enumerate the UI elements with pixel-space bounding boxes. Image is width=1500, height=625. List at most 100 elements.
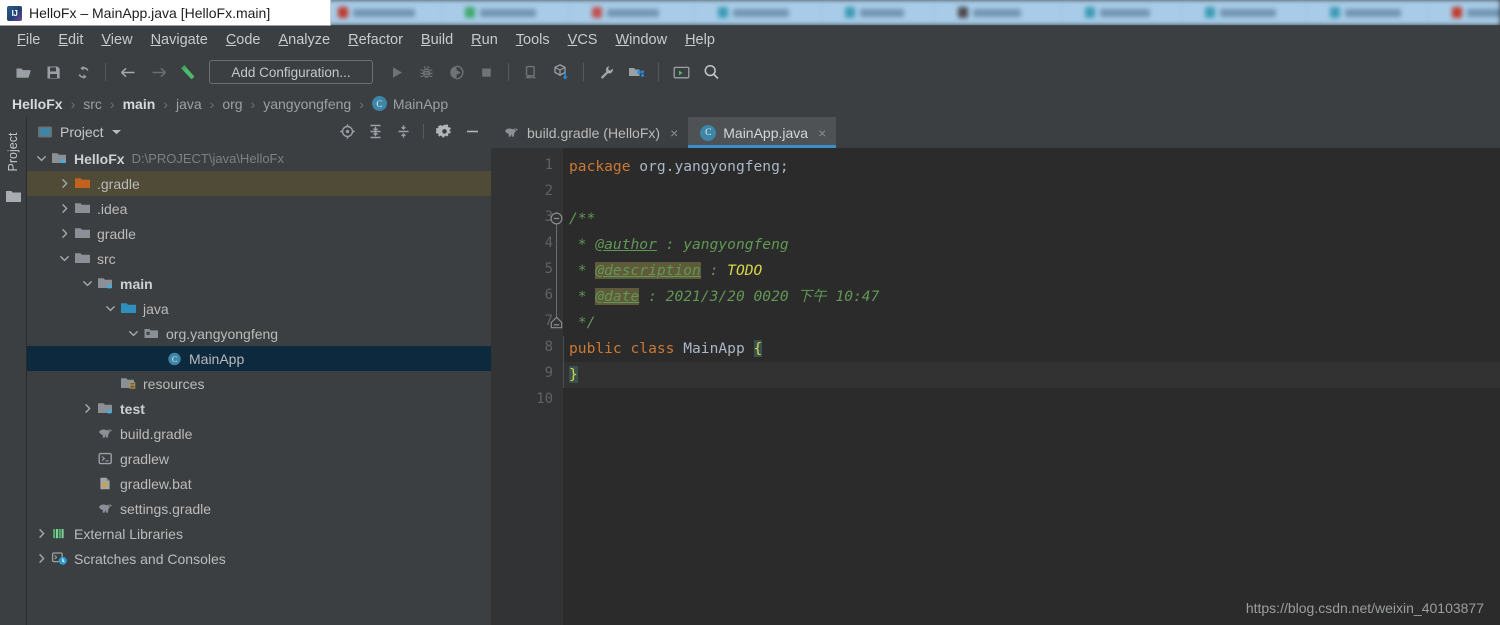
- close-icon[interactable]: ×: [818, 125, 826, 141]
- tree-item-label: resources: [143, 375, 205, 392]
- menu-item-view[interactable]: View: [92, 29, 141, 51]
- tree-item-resources[interactable]: resources: [27, 371, 491, 396]
- run-icon[interactable]: [381, 58, 411, 86]
- tree-item-java[interactable]: java: [27, 296, 491, 321]
- collapse-all-icon[interactable]: [390, 120, 416, 144]
- terminal-icon[interactable]: [666, 58, 696, 86]
- code-line: package org.yangyongfeng;: [569, 154, 789, 180]
- chevron-down-icon[interactable]: [127, 327, 140, 340]
- tree-item-gradlew[interactable]: gradlew: [27, 446, 491, 471]
- line-number: 9: [544, 365, 553, 381]
- breadcrumb-item-mainapp[interactable]: C MainApp: [371, 96, 448, 112]
- chevron-down-icon[interactable]: [35, 152, 48, 165]
- tree-item-hellofx[interactable]: HelloFx D:\PROJECT\java\HelloFx: [27, 146, 491, 171]
- menu-item-window[interactable]: Window: [606, 29, 676, 51]
- tool-window-button-project[interactable]: Project: [6, 121, 20, 183]
- forward-icon[interactable]: [143, 58, 173, 86]
- chevron-down-icon[interactable]: [81, 277, 94, 290]
- breadcrumb-item-yangyongfeng[interactable]: yangyongfeng: [263, 96, 351, 112]
- menu-item-refactor[interactable]: Refactor: [339, 29, 412, 51]
- breadcrumb-item-org[interactable]: org: [222, 96, 242, 112]
- breadcrumb-item-main[interactable]: main: [123, 96, 156, 112]
- menu-item-help[interactable]: Help: [676, 29, 724, 51]
- sync-gradle-icon[interactable]: [546, 58, 576, 86]
- settings-gear-icon[interactable]: [431, 120, 457, 144]
- expand-all-icon[interactable]: [362, 120, 388, 144]
- tree-item-external-libraries[interactable]: External Libraries: [27, 521, 491, 546]
- tree-item-test[interactable]: test: [27, 396, 491, 421]
- tree-item-gradlew-bat[interactable]: gradlew.bat: [27, 471, 491, 496]
- debug-icon[interactable]: [411, 58, 441, 86]
- search-everywhere-icon[interactable]: [696, 58, 726, 86]
- chevron-right-icon[interactable]: [58, 202, 71, 215]
- project-structure-icon[interactable]: [621, 58, 651, 86]
- chevron-right-icon[interactable]: [35, 527, 48, 540]
- settings-wrench-icon[interactable]: [591, 58, 621, 86]
- tree-item-gradle[interactable]: .gradle: [27, 171, 491, 196]
- chevron-right-icon[interactable]: [35, 552, 48, 565]
- editor-tab-mainapp-java[interactable]: C MainApp.java ×: [688, 117, 837, 148]
- code-line: */: [569, 310, 596, 336]
- tree-item-org-yangyongfeng[interactable]: org.yangyongfeng: [27, 321, 491, 346]
- breadcrumb-item-src[interactable]: src: [83, 96, 102, 112]
- breadcrumb-item-java[interactable]: java: [176, 96, 202, 112]
- run-configuration-selector[interactable]: Add Configuration...: [209, 60, 373, 84]
- tree-item-idea[interactable]: .idea: [27, 196, 491, 221]
- run-coverage-icon[interactable]: [441, 58, 471, 86]
- code-token: MainApp: [683, 340, 754, 357]
- tree-item-settings-gradle[interactable]: settings.gradle: [27, 496, 491, 521]
- close-icon[interactable]: ×: [670, 125, 678, 141]
- tree-item-scratches-and-consoles[interactable]: Scratches and Consoles: [27, 546, 491, 571]
- editor-gutter[interactable]: 1 2 3 4 5 6 7 8 9 10: [491, 148, 563, 625]
- menu-item-edit[interactable]: Edit: [49, 29, 92, 51]
- tree-item-main[interactable]: main: [27, 271, 491, 296]
- tree-item-src[interactable]: src: [27, 246, 491, 271]
- open-project-icon[interactable]: [8, 58, 38, 86]
- menu-label: avigate: [161, 32, 208, 48]
- tree-item-build-gradle[interactable]: build.gradle: [27, 421, 491, 446]
- chevron-right-icon[interactable]: [58, 177, 71, 190]
- stop-icon[interactable]: [471, 58, 501, 86]
- build-hammer-icon[interactable]: [173, 58, 203, 86]
- menu-item-file[interactable]: File: [8, 29, 49, 51]
- menu-item-run[interactable]: Run: [462, 29, 507, 51]
- background-tab-favicon: [338, 7, 348, 18]
- menu-item-navigate[interactable]: Navigate: [142, 29, 217, 51]
- code-token: {: [753, 340, 763, 357]
- project-panel-title-group[interactable]: Project: [37, 124, 122, 140]
- line-number: 10: [536, 391, 553, 407]
- chevron-right-icon[interactable]: [81, 402, 94, 415]
- breadcrumb-item-hellofx[interactable]: HelloFx: [12, 96, 63, 112]
- back-icon[interactable]: [113, 58, 143, 86]
- chevron-down-icon[interactable]: [104, 302, 117, 315]
- hide-panel-icon[interactable]: [459, 120, 485, 144]
- code-line: /**: [569, 206, 595, 232]
- menu-item-tools[interactable]: Tools: [507, 29, 559, 51]
- class-icon: C: [700, 124, 717, 141]
- menu-label: iew: [110, 32, 133, 48]
- tree-item-gradle[interactable]: gradle: [27, 221, 491, 246]
- menu-item-analyze[interactable]: Analyze: [270, 29, 340, 51]
- main-content-area: Project Project HelloFx D:\PROJECT\java\…: [0, 117, 1500, 625]
- menu-item-build[interactable]: Build: [412, 29, 462, 51]
- background-tab-label: [1100, 8, 1150, 17]
- save-all-icon[interactable]: [38, 58, 68, 86]
- fold-end-icon[interactable]: [550, 316, 563, 329]
- code-text[interactable]: package org.yangyongfeng; /** * @author :…: [563, 148, 1500, 625]
- menu-label: CS: [577, 32, 598, 48]
- device-manager-icon[interactable]: [516, 58, 546, 86]
- code-token: : yangyongfeng: [656, 236, 789, 253]
- menu-item-vcs[interactable]: VCS: [559, 29, 607, 51]
- package-icon: [143, 326, 160, 342]
- chevron-right-icon[interactable]: [58, 227, 71, 240]
- chevron-down-icon[interactable]: [111, 128, 122, 136]
- code-token: package: [569, 158, 640, 175]
- sync-icon[interactable]: [68, 58, 98, 86]
- tree-item-mainapp[interactable]: C MainApp: [27, 346, 491, 371]
- menu-item-code[interactable]: Code: [217, 29, 270, 51]
- scroll-from-source-icon[interactable]: [334, 120, 360, 144]
- chevron-down-icon[interactable]: [58, 252, 71, 265]
- editor-tab-build-gradle-hellofx[interactable]: build.gradle (HelloFx) ×: [491, 117, 688, 148]
- code-editor[interactable]: 1 2 3 4 5 6 7 8 9 10 package org.yangyongfeng;/**…: [491, 148, 1500, 625]
- fold-collapse-icon[interactable]: [550, 212, 563, 225]
